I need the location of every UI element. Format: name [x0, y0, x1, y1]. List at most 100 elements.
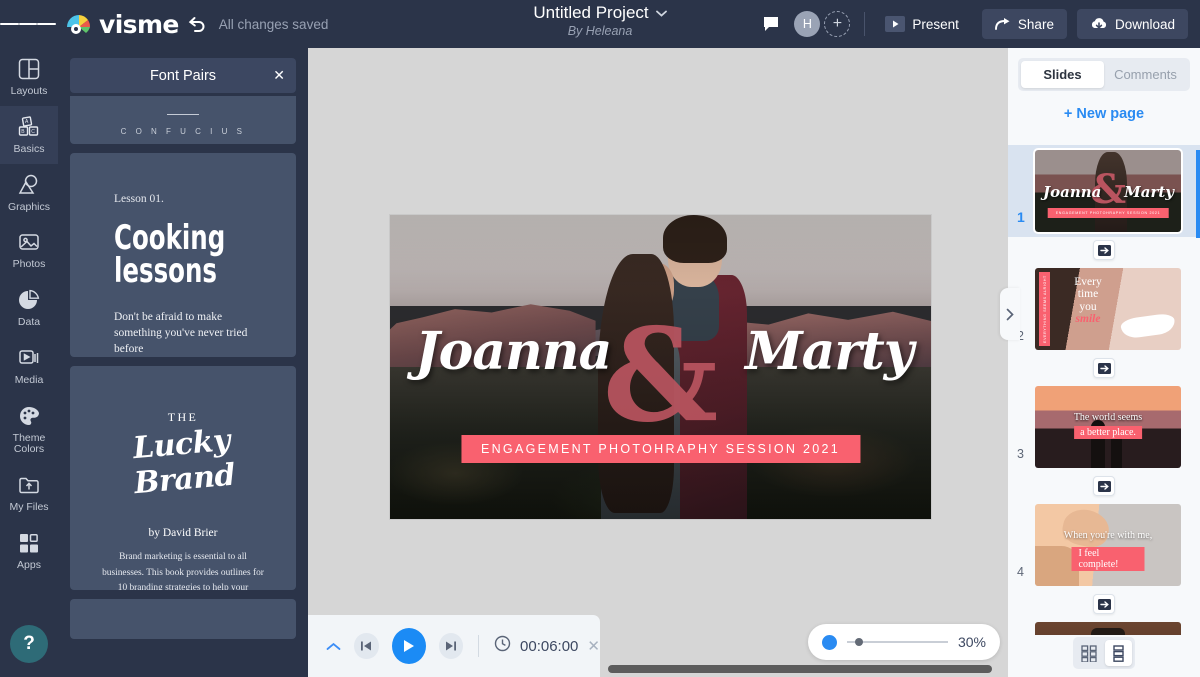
sidebar-label: Data — [18, 317, 40, 329]
sidebar-item-data[interactable]: Data — [0, 279, 58, 337]
graphics-shapes-icon — [17, 173, 41, 197]
sidebar-item-apps[interactable]: Apps — [0, 522, 58, 580]
sidebar-item-my-files[interactable]: My Files — [0, 464, 58, 522]
download-label: Download — [1115, 17, 1175, 32]
slide-number: 1 — [1017, 209, 1025, 225]
duration-control[interactable]: 00:06:00 ✕ — [494, 635, 600, 657]
bride-name-text[interactable]: Joanna — [415, 321, 611, 382]
slide-thumbnail-list[interactable]: 1 & Joanna Marty ENGAGEMENT PHOTOHRAPHY … — [1008, 145, 1200, 635]
slide-thumbnail-4[interactable]: When you're with me, I feel complete! — [1035, 504, 1181, 586]
skip-previous-icon[interactable] — [354, 633, 379, 659]
grid-view-icon[interactable] — [1076, 640, 1103, 666]
close-icon[interactable]: ✕ — [273, 67, 285, 84]
apps-grid-icon — [17, 531, 41, 555]
thumb-side-label: EVERYTHING SEEMS ALRIGHT — [1039, 272, 1050, 346]
slide-transition-icon[interactable] — [1093, 240, 1115, 260]
ampersand-text[interactable]: & — [603, 312, 719, 440]
slides-panel: Slides Comments + New page 1 & Joanna Ma… — [1008, 48, 1200, 677]
slide-thumbnail-row-2[interactable]: 2 EVERYTHING SEEMS ALRIGHT Every time yo… — [1008, 263, 1200, 355]
plus-icon: + — [1064, 106, 1072, 122]
sidebar-label: Basics — [14, 144, 45, 156]
download-button[interactable]: Download — [1077, 9, 1188, 39]
slide-transition-icon[interactable] — [1093, 594, 1115, 614]
left-tool-rail: Layouts A B C Basics Graphics — [0, 48, 58, 677]
sidebar-item-layouts[interactable]: Layouts — [0, 48, 58, 106]
present-button[interactable]: Present — [879, 9, 972, 39]
add-user-icon[interactable]: + — [824, 11, 850, 37]
slide-thumbnail-5[interactable]: ♥ I love you — [1035, 622, 1181, 635]
font-pair-card-confucius[interactable]: wrong room C O N F U C I U S — [70, 96, 296, 144]
visme-logo-icon — [66, 13, 92, 35]
chevron-right-icon — [1006, 308, 1014, 321]
tab-comments[interactable]: Comments — [1104, 61, 1187, 88]
close-icon[interactable]: ✕ — [587, 637, 600, 655]
slide-number: 4 — [1017, 565, 1024, 579]
new-page-button[interactable]: + New page — [1008, 91, 1200, 135]
project-title-row[interactable]: Untitled Project — [533, 3, 666, 23]
divider — [478, 635, 479, 657]
hamburger-menu-icon[interactable] — [0, 0, 56, 48]
slide-thumbnail-2[interactable]: EVERYTHING SEEMS ALRIGHT Every time you … — [1035, 268, 1181, 350]
slide-thumbnail-row-4[interactable]: 4 When you're with me, I feel complete! — [1008, 499, 1200, 591]
scrollbar-thumb[interactable] — [608, 665, 992, 673]
sidebar-item-graphics[interactable]: Graphics — [0, 164, 58, 222]
zoom-slider-track[interactable] — [847, 641, 948, 643]
slide-thumbnail-3[interactable]: The world seems a better place. — [1035, 386, 1181, 468]
brand-logo[interactable]: visme — [66, 10, 179, 39]
panel-title: Font Pairs ✕ — [70, 58, 296, 93]
sidebar-label: Media — [15, 375, 44, 387]
canvas-area[interactable]: & Joanna Marty ENGAGEMENT PHOTOHRAPHY SE… — [308, 48, 1008, 677]
tab-slides[interactable]: Slides — [1021, 61, 1104, 88]
font-pair-card-cooking[interactable]: Lesson 01. Cooking lessons Don't be afra… — [70, 153, 296, 357]
panel-collapse-handle[interactable] — [1000, 288, 1020, 340]
undo-icon[interactable] — [187, 15, 207, 33]
font-pair-card-lucky-brand[interactable]: THE Lucky Brand by David Brier Brand mar… — [70, 366, 296, 590]
font-pairs-list[interactable]: wrong room C O N F U C I U S Lesson 01. … — [58, 96, 308, 677]
slide-thumbnail-row-3[interactable]: 3 The world seems a better place. — [1008, 381, 1200, 473]
panel-tabs: Slides Comments — [1018, 58, 1190, 91]
font-pair-heading: Lucky Brand — [99, 420, 266, 504]
sidebar-item-basics[interactable]: A B C Basics — [0, 106, 58, 164]
divider — [864, 12, 865, 36]
comment-icon[interactable] — [758, 11, 784, 37]
sidebar-item-theme-colors[interactable]: Theme Colors — [0, 395, 58, 465]
slide-thumbnail-row-1[interactable]: 1 & Joanna Marty ENGAGEMENT PHOTOHRAPHY … — [1008, 145, 1200, 237]
help-button[interactable]: ? — [10, 625, 48, 663]
play-button[interactable] — [392, 628, 426, 664]
slide-thumbnail-1[interactable]: & Joanna Marty ENGAGEMENT PHOTOHRAPHY SE… — [1035, 150, 1181, 232]
playback-toolbar: 00:06:00 ✕ — [308, 615, 600, 677]
thumb-text-line1: When you're with me, — [1035, 530, 1181, 541]
slide-transition-icon[interactable] — [1093, 476, 1115, 496]
page-title: Untitled Project — [533, 3, 648, 23]
groom-name-text[interactable]: Marty — [745, 321, 913, 382]
thumb-text-line2: a better place. — [1074, 426, 1142, 439]
svg-text:C: C — [31, 129, 35, 135]
skip-next-icon[interactable] — [439, 633, 464, 659]
thumb-text: Every time you smile — [1057, 276, 1119, 326]
selection-indicator — [1196, 150, 1200, 238]
my-files-folder-upload-icon — [17, 473, 41, 497]
zoom-slider-handle[interactable] — [822, 635, 837, 650]
sidebar-item-media[interactable]: Media — [0, 337, 58, 395]
slide-transition-icon[interactable] — [1093, 358, 1115, 378]
font-pair-card-next[interactable] — [70, 599, 296, 639]
session-banner-text[interactable]: ENGAGEMENT PHOTOHRAPHY SESSION 2021 — [461, 435, 860, 463]
list-view-icon[interactable] — [1105, 640, 1132, 666]
horizontal-scrollbar[interactable] — [600, 663, 1008, 674]
cloud-download-icon — [1090, 17, 1108, 31]
slide-canvas[interactable]: & Joanna Marty ENGAGEMENT PHOTOHRAPHY SE… — [390, 215, 931, 519]
zoom-slider-tick — [855, 638, 863, 646]
font-pair-attribution: C O N F U C I U S — [70, 127, 296, 136]
chevron-up-icon[interactable] — [326, 638, 341, 655]
thumb-banner: ENGAGEMENT PHOTOHRAPHY SESSION 2021 — [1048, 208, 1169, 218]
share-button[interactable]: Share — [982, 9, 1067, 39]
chevron-down-icon[interactable] — [656, 4, 667, 22]
slide-thumbnail-row-5[interactable]: ♥ I love you — [1008, 617, 1200, 635]
project-author: By Heleana — [568, 24, 633, 38]
font-pair-heading-line2: lessons — [114, 255, 213, 288]
sidebar-item-photos[interactable]: Photos — [0, 221, 58, 279]
theme-palette-icon — [17, 404, 41, 428]
font-pair-kicker: Lesson 01. — [114, 193, 252, 205]
zoom-control[interactable]: 30% — [808, 624, 1000, 660]
avatar[interactable]: H — [794, 11, 820, 37]
